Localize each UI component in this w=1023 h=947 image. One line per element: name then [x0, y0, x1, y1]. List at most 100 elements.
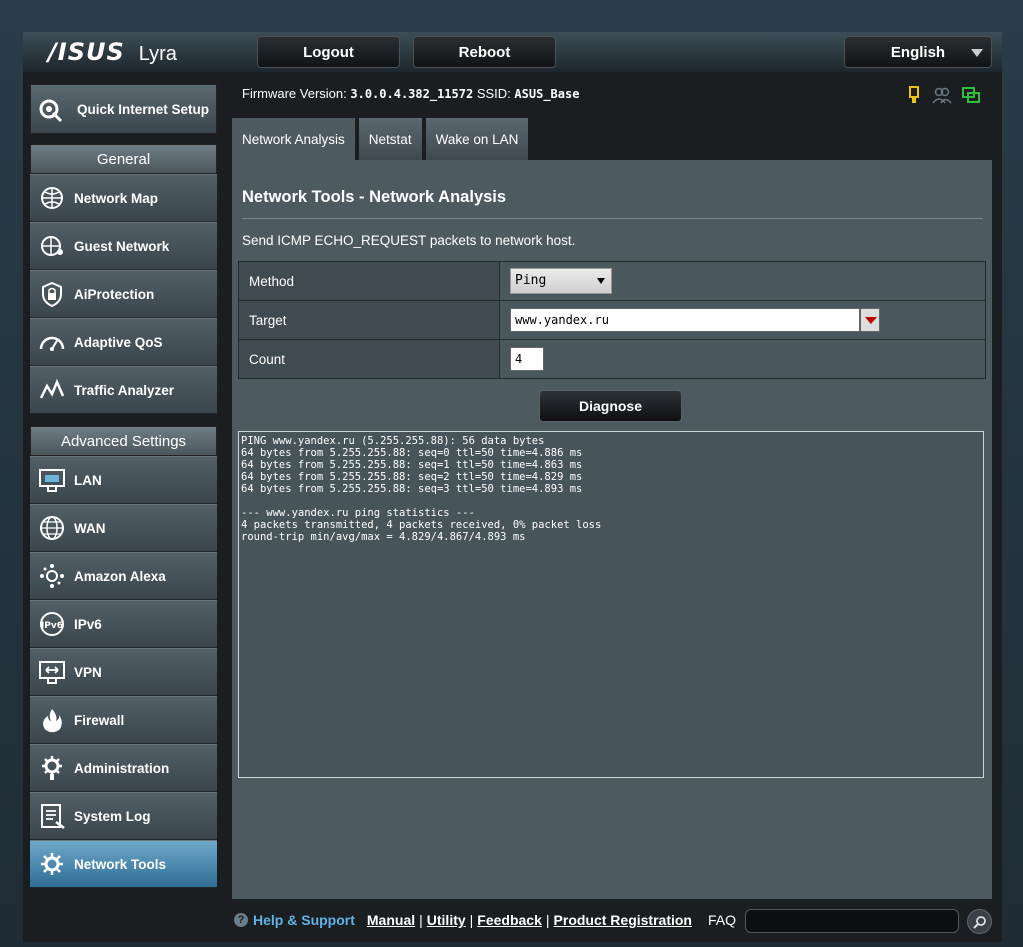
- faq-label: FAQ: [708, 912, 737, 928]
- network-tools-icon: [30, 840, 74, 888]
- amazon-alexa-icon: [30, 552, 74, 600]
- sidebar-item-lan[interactable]: LAN: [30, 456, 217, 504]
- sidebar-item-label: Network Tools: [74, 856, 167, 872]
- count-input[interactable]: 4: [510, 347, 544, 371]
- page-description: Send ICMP ECHO_REQUEST packets to networ…: [242, 233, 576, 248]
- sidebar-item-network-tools[interactable]: Network Tools: [30, 840, 217, 888]
- tab-bar: Network Analysis Netstat Wake on LAN: [232, 118, 529, 160]
- aiprotection-icon: [30, 270, 74, 318]
- sidebar-item-aiprotection[interactable]: AiProtection: [30, 270, 217, 318]
- sidebar-item-label: Amazon Alexa: [74, 568, 166, 584]
- advanced-menu: LAN WAN Amazon Alexa IPv6 IPv6 VPN Firewall Adm…: [30, 456, 217, 888]
- status-line: Firmware Version: 3.0.0.4.382_11572 SSID…: [242, 86, 579, 101]
- utility-link[interactable]: Utility: [427, 912, 466, 928]
- method-label: Method: [238, 261, 500, 301]
- traffic-analyzer-icon: [30, 366, 74, 414]
- sidebar-item-label: IPv6: [74, 616, 102, 632]
- sidebar-item-administration[interactable]: Administration: [30, 744, 217, 792]
- target-dropdown-button[interactable]: [860, 308, 880, 332]
- logout-button[interactable]: Logout: [257, 36, 400, 68]
- sidebar-item-adaptive-qos[interactable]: Adaptive QoS: [30, 318, 217, 366]
- title-divider: [242, 218, 983, 219]
- method-row: Method Ping: [238, 261, 986, 301]
- sidebar-item-network-map[interactable]: Network Map: [30, 174, 217, 222]
- sidebar-item-vpn[interactable]: VPN: [30, 648, 217, 696]
- tab-wake-on-lan[interactable]: Wake on LAN: [425, 118, 529, 160]
- asus-logo: /ISUS Lyra: [48, 38, 177, 66]
- feedback-link[interactable]: Feedback: [477, 912, 542, 928]
- target-row: Target www.yandex.ru: [238, 300, 986, 340]
- count-row: Count 4: [238, 339, 986, 379]
- sidebar-item-label: System Log: [74, 808, 151, 824]
- network-analysis-panel: Network Tools - Network Analysis Send IC…: [232, 160, 992, 899]
- faq-search-button[interactable]: [967, 909, 992, 934]
- reboot-button[interactable]: Reboot: [413, 36, 556, 68]
- faq-search-input[interactable]: [745, 909, 959, 933]
- manual-link[interactable]: Manual: [367, 912, 415, 928]
- language-select[interactable]: English: [844, 36, 992, 68]
- diagnose-button[interactable]: Diagnose: [539, 390, 682, 422]
- sidebar-item-label: Guest Network: [74, 238, 170, 254]
- advanced-group-title: Advanced Settings: [30, 426, 217, 456]
- general-menu: Network Map Guest Network AiProtection Adap…: [30, 174, 217, 414]
- sidebar-item-label: Network Map: [74, 190, 159, 206]
- ssid-value: ASUS_Base: [514, 87, 580, 101]
- tab-network-analysis[interactable]: Network Analysis: [232, 118, 355, 160]
- chevron-down-icon: [597, 278, 605, 284]
- sidebar-item-wan[interactable]: WAN: [30, 504, 217, 552]
- guest-network-icon: [30, 222, 74, 270]
- qis-label: Quick Internet Setup: [77, 101, 210, 117]
- link-separator: |: [545, 912, 550, 928]
- ipv6-icon: IPv6: [30, 600, 74, 648]
- method-select[interactable]: Ping: [510, 268, 612, 294]
- sidebar-item-label: LAN: [74, 472, 102, 488]
- target-input[interactable]: www.yandex.ru: [510, 308, 860, 332]
- sidebar-item-guest-network[interactable]: Guest Network: [30, 222, 217, 270]
- target-combo: www.yandex.ru: [510, 308, 880, 332]
- quick-internet-setup-button[interactable]: Quick Internet Setup: [30, 84, 217, 134]
- vpn-icon: [30, 648, 74, 696]
- sidebar-item-label: Traffic Analyzer: [74, 382, 175, 398]
- sidebar-item-label: AiProtection: [74, 286, 155, 302]
- sidebar-item-label: Adaptive QoS: [74, 334, 163, 350]
- usb-icon[interactable]: [906, 86, 922, 109]
- link-separator: |: [419, 912, 423, 928]
- network-map-icon: [30, 174, 74, 222]
- sidebar-item-label: VPN: [74, 664, 102, 680]
- link-separator: |: [469, 912, 474, 928]
- help-icon: ?: [234, 913, 248, 927]
- network-status-icon[interactable]: [962, 86, 980, 109]
- firewall-icon: [30, 696, 74, 744]
- product-registration-link[interactable]: Product Registration: [554, 912, 692, 928]
- sidebar-item-traffic-analyzer[interactable]: Traffic Analyzer: [30, 366, 217, 414]
- administration-icon: [30, 744, 74, 792]
- sidebar-item-system-log[interactable]: System Log: [30, 792, 217, 840]
- tab-netstat[interactable]: Netstat: [358, 118, 422, 160]
- diagnostic-output[interactable]: PING www.yandex.ru (5.255.255.88): 56 da…: [238, 431, 984, 778]
- brand-logo-text: /ISUS: [48, 38, 125, 66]
- settings-table: Method Ping Target www.yandex.ru Count 4: [238, 261, 986, 379]
- wan-icon: [30, 504, 74, 552]
- sidebar-item-label: Administration: [74, 760, 170, 776]
- search-icon: [972, 915, 986, 929]
- sidebar-item-amazon-alexa[interactable]: Amazon Alexa: [30, 552, 217, 600]
- firmware-version[interactable]: 3.0.0.4.382_11572: [350, 87, 473, 101]
- sidebar-item-ipv6[interactable]: IPv6 IPv6: [30, 600, 217, 648]
- clients-icon[interactable]: [932, 86, 952, 109]
- sidebar-item-label: Firewall: [74, 712, 125, 728]
- sidebar-item-label: WAN: [74, 520, 106, 536]
- sidebar-item-firewall[interactable]: Firewall: [30, 696, 217, 744]
- page-title: Network Tools - Network Analysis: [242, 188, 507, 206]
- model-name: Lyra: [138, 43, 177, 65]
- target-label: Target: [238, 300, 500, 340]
- svg-text:IPv6: IPv6: [41, 621, 63, 631]
- chevron-down-icon: [971, 49, 983, 57]
- help-support-link[interactable]: Help & Support: [253, 912, 355, 928]
- system-log-icon: [30, 792, 74, 840]
- lan-icon: [30, 456, 74, 504]
- method-value: Ping: [515, 273, 547, 288]
- general-group-title: General: [30, 144, 217, 174]
- language-label: English: [890, 43, 946, 61]
- count-label: Count: [238, 339, 500, 379]
- quick-setup-icon: [31, 85, 71, 133]
